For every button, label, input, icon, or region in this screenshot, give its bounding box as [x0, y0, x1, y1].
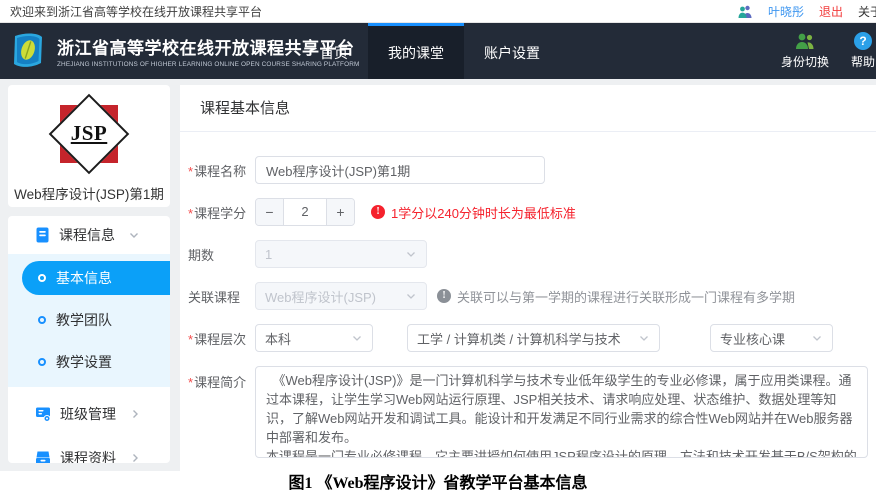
term-label: 期数 — [188, 245, 255, 264]
question-circle-icon: ? — [854, 32, 872, 50]
sidebar-item-label: 班级管理 — [60, 404, 116, 424]
credit-warning: ! 1学分以240分钟时长为最低标准 — [371, 203, 576, 222]
logout-link[interactable]: 退出 — [819, 3, 843, 20]
term-select: 1 — [255, 240, 427, 268]
level-select-degree[interactable]: 本科 — [255, 324, 373, 352]
level-discipline-value: 工学 / 计算机类 / 计算机科学与技术 — [417, 329, 621, 348]
course-card: JSP Web程序设计(JSP)第1期 — [8, 85, 170, 207]
sidebar-item-label: 课程资料 — [60, 448, 116, 463]
related-course-label: 关联课程 — [188, 287, 255, 306]
sidebar-item-label: 教学设置 — [56, 352, 112, 372]
course-credit-label: *课程学分 — [188, 203, 255, 222]
sidebar-menu: 课程信息 基本信息 教学团队 教学设置 — [8, 216, 170, 463]
radio-ring-icon — [38, 274, 46, 282]
sidebar-item-course-info[interactable]: 课程信息 — [8, 216, 170, 254]
course-credit-row: *课程学分 − 2 + ! 1学分以240分钟时长为最低标准 — [188, 198, 868, 226]
exclamation-circle-icon: ! — [437, 289, 451, 303]
board-badge-icon — [35, 406, 51, 422]
decrement-button[interactable]: − — [256, 199, 284, 225]
sidebar-item-label: 基本信息 — [56, 268, 112, 288]
navbar: 浙江省高等学校在线开放课程共享平台 ZHEJIANG INSTITUTIONS … — [0, 23, 876, 79]
about-link[interactable]: 关于 — [858, 3, 876, 20]
exclamation-circle-icon: ! — [371, 205, 385, 219]
sidebar-item-course-materials[interactable]: 课程资料 — [8, 439, 170, 463]
app-screen: 欢迎来到浙江省高等学校在线开放课程共享平台 叶晓彤 退出 关于 — [0, 0, 876, 496]
user-people-icon — [738, 5, 753, 18]
main-nav: 首页 我的课堂 账户设置 — [300, 23, 560, 79]
required-asterisk: * — [188, 164, 193, 179]
level-select-course-type[interactable]: 专业核心课 — [710, 324, 833, 352]
chevron-down-icon — [405, 248, 417, 260]
chevron-down-icon — [405, 290, 417, 302]
identity-switch-button[interactable]: 身份切换 — [776, 23, 834, 79]
required-asterisk: * — [188, 375, 193, 390]
chevron-down-icon — [351, 332, 363, 344]
sidebar-item-label: 教学团队 — [56, 310, 112, 330]
chevron-right-icon — [129, 408, 141, 420]
related-course-select: Web程序设计(JSP) — [255, 282, 427, 310]
nav-item-home[interactable]: 首页 — [300, 23, 368, 79]
course-level-label: *课程层次 — [188, 329, 255, 348]
credit-warning-text: 1学分以240分钟时长为最低标准 — [391, 203, 576, 222]
sidebar-item-class-management[interactable]: 班级管理 — [8, 395, 170, 433]
course-basic-info-panel: 课程基本信息 *课程名称 *课程学分 − 2 + ! 1学分以240分钟时长为最 — [180, 85, 876, 473]
radio-ring-icon — [38, 316, 46, 324]
chevron-down-icon — [638, 332, 650, 344]
welcome-text: 欢迎来到浙江省高等学校在线开放课程共享平台 — [10, 3, 262, 20]
related-course-value: Web程序设计(JSP) — [265, 287, 376, 306]
nav-item-my-classroom[interactable]: 我的课堂 — [368, 23, 464, 79]
course-name-row: *课程名称 — [188, 156, 868, 184]
sidebar-item-teaching-team[interactable]: 教学团队 — [8, 303, 170, 337]
course-intro-label: *课程简介 — [188, 366, 255, 391]
related-course-row: 关联课程 Web程序设计(JSP) ! 关联可以与第一学期的课程进行关联形成一门… — [188, 282, 868, 310]
increment-button[interactable]: + — [326, 199, 354, 225]
identity-switch-label: 身份切换 — [781, 53, 829, 70]
help-label: 帮助 — [851, 53, 875, 70]
panel-title: 课程基本信息 — [180, 85, 876, 132]
course-logo: JSP — [42, 91, 137, 177]
archive-box-icon — [35, 450, 51, 463]
term-select-value: 1 — [265, 247, 272, 262]
page-body: JSP Web程序设计(JSP)第1期 课程信息 — [0, 79, 876, 496]
required-asterisk: * — [188, 332, 193, 347]
course-level-row: *课程层次 本科 工学 / 计算机类 / 计算机科学与技术 — [188, 324, 868, 352]
course-form: *课程名称 *课程学分 − 2 + ! 1学分以240分钟时长为最低标准 — [180, 132, 876, 458]
sidebar-item-teaching-settings[interactable]: 教学设置 — [8, 345, 170, 379]
course-info-submenu: 基本信息 教学团队 教学设置 — [8, 254, 170, 387]
term-row: 期数 1 — [188, 240, 868, 268]
chevron-down-icon — [128, 229, 140, 241]
chevron-down-icon — [811, 332, 823, 344]
level-degree-value: 本科 — [265, 329, 291, 348]
related-course-hint: ! 关联可以与第一学期的课程进行关联形成一门课程有多学期 — [437, 287, 795, 306]
chevron-right-icon — [129, 452, 141, 463]
level-course-type-value: 专业核心课 — [720, 329, 785, 348]
help-button[interactable]: ? 帮助 — [834, 23, 876, 79]
course-name-input[interactable] — [255, 156, 545, 184]
required-asterisk: * — [188, 206, 193, 221]
course-name-label: *课程名称 — [188, 161, 255, 180]
course-intro-row: *课程简介 《Web程序设计(JSP)》是一门计算机科学与技术专业低年级学生的专… — [188, 366, 868, 458]
username-link[interactable]: 叶晓彤 — [768, 3, 804, 20]
course-intro-textarea[interactable]: 《Web程序设计(JSP)》是一门计算机科学与技术专业低年级学生的专业必修课，属… — [255, 366, 868, 458]
credit-stepper: − 2 + — [255, 198, 355, 226]
related-course-hint-text: 关联可以与第一学期的课程进行关联形成一门课程有多学期 — [457, 287, 795, 306]
level-select-discipline[interactable]: 工学 / 计算机类 / 计算机科学与技术 — [407, 324, 660, 352]
topbar: 欢迎来到浙江省高等学校在线开放课程共享平台 叶晓彤 退出 关于 — [0, 0, 876, 23]
radio-ring-icon — [38, 358, 46, 366]
identity-switch-icon — [794, 32, 816, 50]
jsp-logo-text: JSP — [71, 121, 108, 146]
caption-bar: 图1 《Web程序设计》省教学平台基本信息 — [0, 471, 876, 496]
nav-item-account-settings[interactable]: 账户设置 — [464, 23, 560, 79]
sidebar-item-basic-info[interactable]: 基本信息 — [22, 261, 170, 295]
platform-logo-icon — [8, 31, 48, 71]
sidebar-item-label: 课程信息 — [59, 225, 115, 245]
sidebar-course-title: Web程序设计(JSP)第1期 — [8, 183, 170, 203]
document-icon — [35, 227, 50, 243]
figure-caption: 图1 《Web程序设计》省教学平台基本信息 — [288, 475, 587, 492]
credit-value[interactable]: 2 — [284, 199, 326, 225]
